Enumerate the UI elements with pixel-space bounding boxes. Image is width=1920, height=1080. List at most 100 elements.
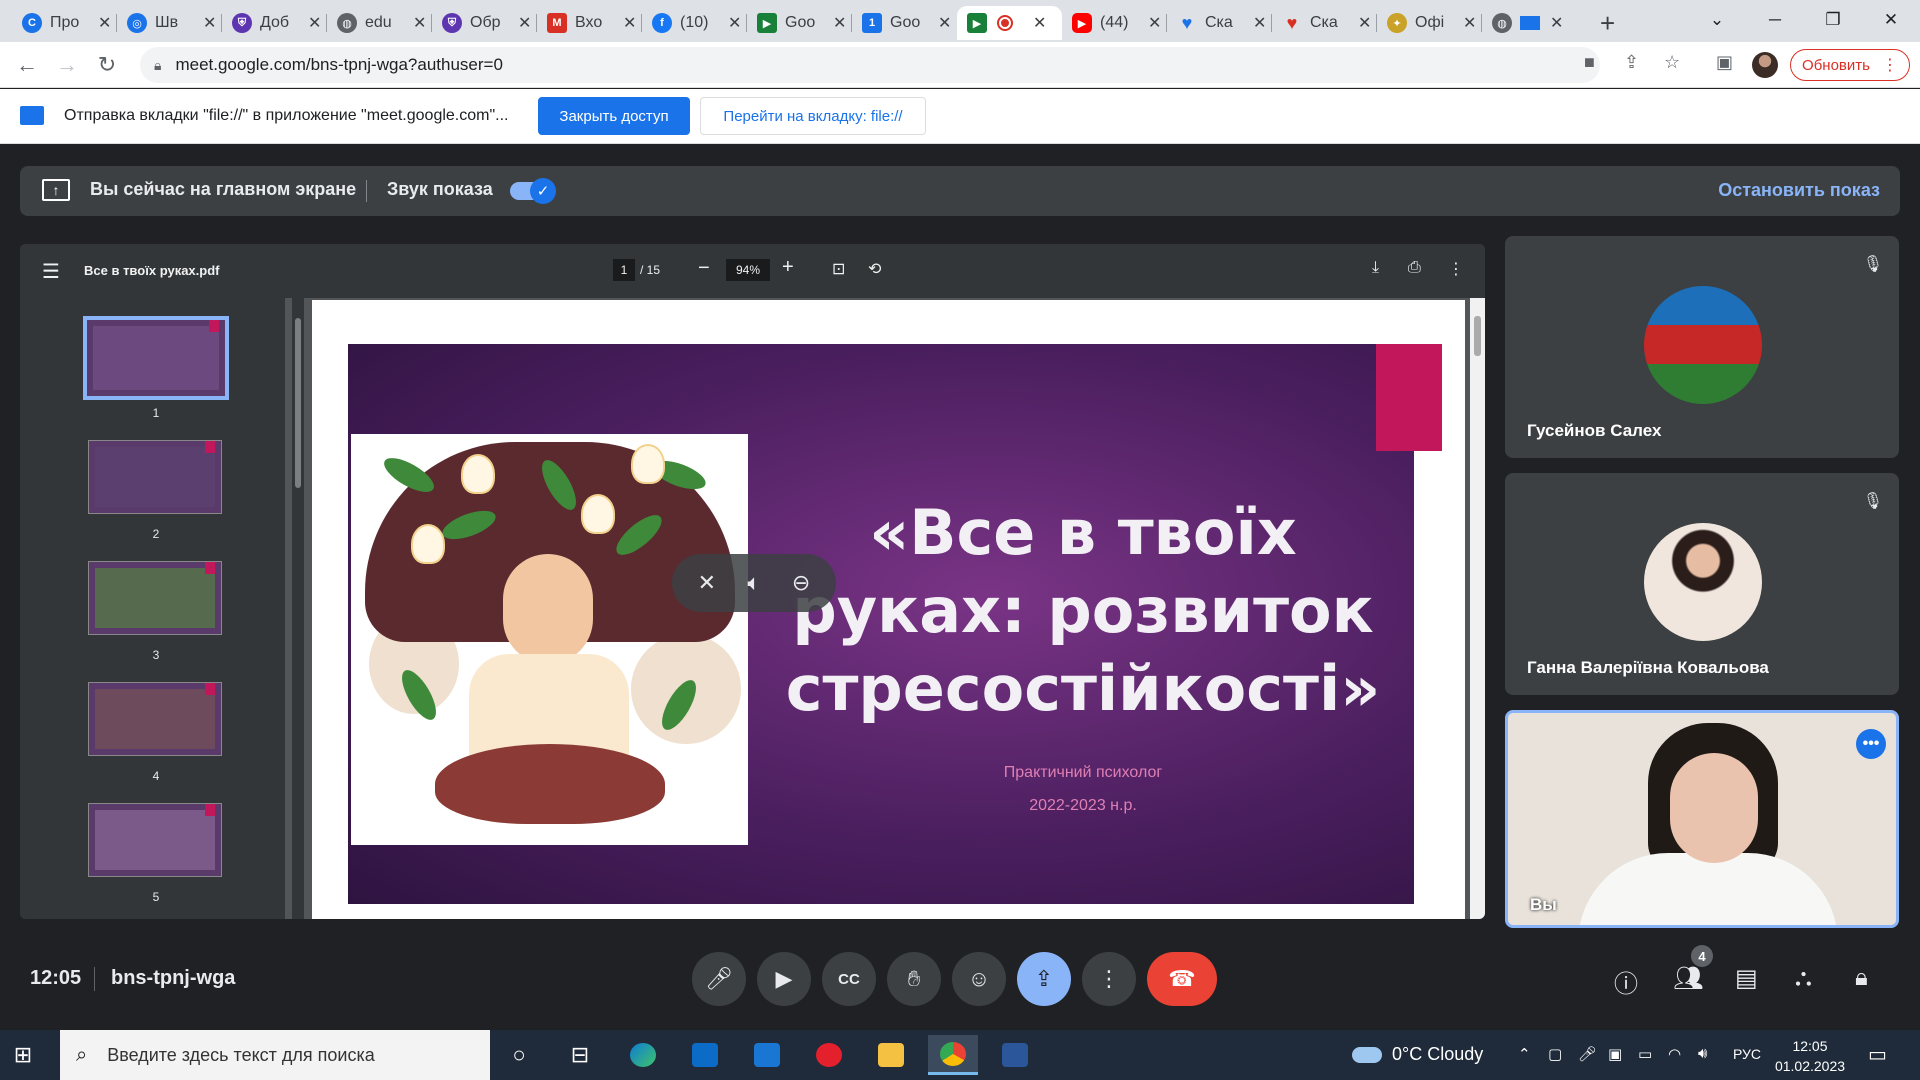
more-vert-icon[interactable]: ⋮	[1448, 259, 1464, 279]
close-icon[interactable]: ✕	[1253, 13, 1266, 33]
screen-share-tray-icon[interactable]: ▣	[1608, 1045, 1622, 1063]
address-bar[interactable]: 🔒︎ meet.google.com/bns-tpnj-wga?authuser…	[140, 47, 1600, 83]
browser-tab[interactable]: ▶ (44) ✕	[1062, 6, 1167, 40]
menu-icon[interactable]: ☰	[42, 259, 60, 284]
weather-widget[interactable]: 0°C Cloudy	[1352, 1044, 1483, 1065]
chat-icon[interactable]: ▤	[1735, 964, 1758, 993]
browser-tab[interactable]: ⛨ Доб ✕	[222, 6, 327, 40]
close-icon[interactable]: ✕	[413, 13, 426, 33]
browser-tab[interactable]: C Про ✕	[12, 6, 117, 40]
device-icon[interactable]: ▢	[1548, 1045, 1562, 1063]
page-thumbnail[interactable]	[83, 316, 229, 400]
more-options-icon[interactable]: •••	[1856, 729, 1886, 759]
participant-tile[interactable]: 🎙︎ Гусейнов Салех	[1505, 236, 1899, 458]
zoom-in-icon[interactable]: +	[782, 256, 794, 279]
bookmark-star-icon[interactable]: ☆	[1664, 52, 1680, 73]
tab-search-icon[interactable]: ⌄	[1688, 0, 1746, 40]
download-icon[interactable]: ⤓	[1372, 259, 1379, 277]
minimize-button[interactable]: ─	[1746, 0, 1804, 40]
back-button[interactable]: ←	[12, 50, 42, 80]
side-panel-icon[interactable]: ▣	[1716, 52, 1733, 73]
close-window-button[interactable]: ✕	[1862, 0, 1920, 40]
chrome-icon[interactable]	[928, 1035, 978, 1075]
info-icon[interactable]: ⓘ	[1614, 964, 1638, 999]
file-explorer-icon[interactable]	[866, 1035, 916, 1075]
language-indicator[interactable]: РУС	[1733, 1046, 1761, 1062]
opera-icon[interactable]	[804, 1035, 854, 1075]
forward-button[interactable]: →	[52, 50, 82, 80]
activities-icon[interactable]: ⛬	[1795, 964, 1812, 992]
fit-page-icon[interactable]: ⊡	[832, 259, 845, 279]
microphone-button[interactable]: 🎤︎	[692, 952, 746, 1006]
store-icon[interactable]	[680, 1035, 730, 1075]
self-video-tile[interactable]: ••• Вы	[1505, 710, 1899, 928]
page-thumbnail[interactable]	[88, 561, 222, 635]
browser-tab[interactable]: ♥ Ска ✕	[1272, 6, 1377, 40]
browser-tab[interactable]: 1 Goo ✕	[852, 6, 957, 40]
page-input[interactable]: 1	[613, 259, 635, 281]
go-to-tab-button[interactable]: Перейти на вкладку: file://	[700, 97, 926, 135]
emoji-button[interactable]: ☺	[952, 952, 1006, 1006]
page-thumbnail[interactable]	[88, 682, 222, 756]
stop-access-button[interactable]: Закрыть доступ	[538, 97, 690, 135]
cortana-icon[interactable]: ○	[494, 1035, 544, 1075]
browser-tab[interactable]: ◍ edu ✕	[327, 6, 432, 40]
close-icon[interactable]: ✕	[1148, 13, 1161, 33]
close-icon[interactable]: ✕	[1033, 13, 1046, 33]
rotate-icon[interactable]: ⟲	[868, 259, 881, 279]
volume-icon[interactable]: 🔈︎	[747, 570, 760, 596]
page-thumbnail[interactable]	[88, 440, 222, 514]
close-icon[interactable]: ✕	[1550, 13, 1563, 33]
profile-avatar[interactable]	[1752, 52, 1778, 78]
captions-button[interactable]: CC	[822, 952, 876, 1006]
maximize-button[interactable]: ❐	[1804, 0, 1862, 40]
leave-call-button[interactable]: ☎	[1147, 952, 1217, 1006]
lock-icon[interactable]: 🔒︎	[154, 57, 161, 74]
reload-button[interactable]: ↻	[92, 50, 122, 80]
close-icon[interactable]: ✕	[623, 13, 636, 33]
people-icon[interactable]: 👥︎	[1673, 964, 1703, 993]
browser-tab[interactable]: M Вхо ✕	[537, 6, 642, 40]
word-icon[interactable]	[990, 1035, 1040, 1075]
browser-tab[interactable]: ⛨ Обр ✕	[432, 6, 537, 40]
microphone-tray-icon[interactable]: 🎤︎	[1578, 1045, 1597, 1063]
system-clock[interactable]: 12:05 01.02.2023	[1772, 1036, 1848, 1076]
browser-tab[interactable]: ▶ Goo ✕	[747, 6, 852, 40]
browser-tab[interactable]: ♥ Ска ✕	[1167, 6, 1272, 40]
update-button[interactable]: Обновить ⋮	[1790, 49, 1910, 81]
task-view-icon[interactable]: ⊟	[555, 1035, 605, 1075]
print-icon[interactable]: ⎙	[1408, 259, 1421, 277]
close-icon[interactable]: ✕	[938, 13, 951, 33]
unpin-icon[interactable]: ✕	[698, 570, 716, 596]
close-icon[interactable]: ✕	[518, 13, 531, 33]
close-icon[interactable]: ✕	[203, 13, 216, 33]
browser-tab[interactable]: ◍ ✕	[1482, 6, 1582, 40]
browser-tab[interactable]: f (10) ✕	[642, 6, 747, 40]
participant-tile[interactable]: 🎙︎ Ганна Валеріївна Ковальова	[1505, 473, 1899, 695]
present-button[interactable]: ⇪	[1017, 952, 1071, 1006]
browser-tab-active[interactable]: ▶ ✕	[957, 6, 1062, 40]
close-icon[interactable]: ✕	[98, 13, 111, 33]
thumbnail-scrollbar[interactable]	[292, 298, 304, 919]
close-icon[interactable]: ✕	[1358, 13, 1371, 33]
zoom-out-icon[interactable]: −	[698, 257, 710, 280]
more-options-button[interactable]: ⋮	[1082, 952, 1136, 1006]
battery-icon[interactable]: ▭	[1638, 1045, 1652, 1063]
close-icon[interactable]: ✕	[1463, 13, 1476, 33]
taskbar-search[interactable]: ⌕ Введите здесь текст для поиска	[60, 1030, 490, 1080]
close-icon[interactable]: ✕	[308, 13, 321, 33]
zoom-input[interactable]: 94%	[726, 259, 770, 281]
url-text[interactable]: meet.google.com/bns-tpnj-wga?authuser=0	[175, 55, 502, 75]
camera-icon[interactable]: ■	[1584, 52, 1595, 73]
wifi-icon[interactable]: ◠	[1668, 1045, 1681, 1063]
edge-icon[interactable]	[618, 1035, 668, 1075]
mail-icon[interactable]	[742, 1035, 792, 1075]
close-icon[interactable]: ✕	[833, 13, 846, 33]
page-scrollbar[interactable]	[1470, 298, 1485, 919]
share-icon[interactable]: ⇪	[1624, 52, 1639, 73]
new-tab-button[interactable]: +	[1600, 8, 1615, 39]
host-controls-icon[interactable]: 🔒︎	[1855, 964, 1868, 992]
chevron-up-icon[interactable]: ⌃	[1518, 1045, 1531, 1063]
notifications-icon[interactable]: ▭	[1868, 1042, 1887, 1067]
browser-tab[interactable]: ◎ Шв ✕	[117, 6, 222, 40]
